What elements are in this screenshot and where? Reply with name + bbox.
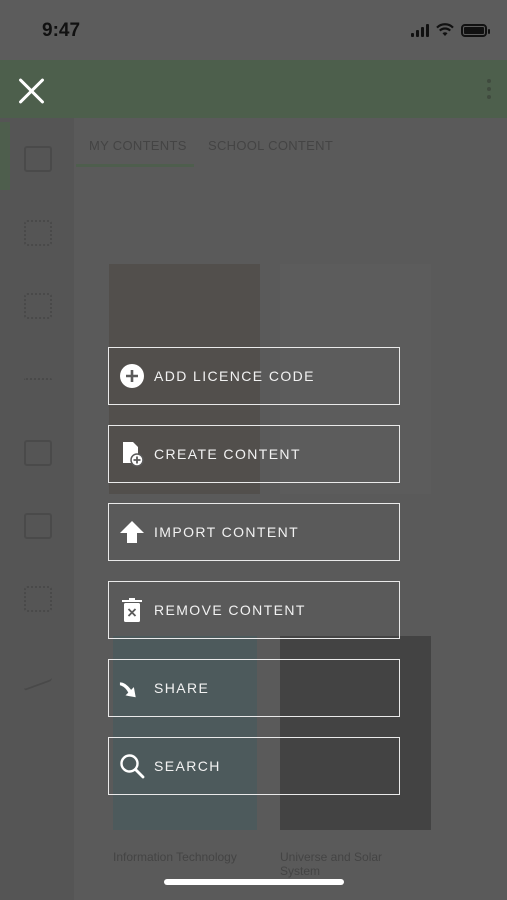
app-header: [0, 60, 507, 118]
tab-school-content: SCHOOL CONTENT: [208, 138, 334, 153]
cellular-signal-icon: [411, 23, 429, 37]
search-icon: [119, 753, 145, 779]
chat-icon: [24, 440, 52, 466]
menu-item-label: ADD LICENCE CODE: [154, 368, 315, 384]
status-bar: 9:47: [0, 0, 507, 60]
menu-item-label: IMPORT CONTENT: [154, 524, 300, 540]
menu-item-label: SEARCH: [154, 758, 221, 774]
close-button[interactable]: [14, 74, 48, 108]
share-button[interactable]: SHARE: [108, 659, 400, 717]
modules-icon: [24, 586, 52, 612]
active-tab-indicator: [76, 164, 194, 167]
menu-item-label: SHARE: [154, 680, 210, 696]
trash-icon: [119, 597, 145, 623]
tab-my-contents: MY CONTENTS: [89, 138, 187, 153]
import-arrow-icon: [119, 519, 145, 545]
apps-icon: [24, 293, 52, 319]
status-time: 9:47: [42, 20, 81, 41]
plus-circle-icon: [119, 363, 145, 389]
wifi-icon: [436, 23, 454, 36]
create-content-button[interactable]: CREATE CONTENT: [108, 425, 400, 483]
add-licence-code-button[interactable]: ADD LICENCE CODE: [108, 347, 400, 405]
ellipsis-icon: [24, 378, 52, 382]
grid-icon: [24, 220, 52, 246]
menu-item-label: REMOVE CONTENT: [154, 602, 306, 618]
menu-item-label: CREATE CONTENT: [154, 446, 301, 462]
library-icon: [24, 146, 52, 172]
content-tabs: MY CONTENTS SCHOOL CONTENT: [74, 118, 507, 168]
search-button[interactable]: SEARCH: [108, 737, 400, 795]
calendar-icon: [24, 513, 52, 539]
import-content-button[interactable]: IMPORT CONTENT: [108, 503, 400, 561]
battery-icon: [461, 23, 490, 37]
card-title: Information Technology: [113, 850, 237, 864]
more-options-icon: [487, 79, 491, 99]
status-icons: [411, 23, 490, 37]
share-arrow-icon: [119, 675, 145, 701]
remove-content-button[interactable]: REMOVE CONTENT: [108, 581, 400, 639]
create-document-icon: [119, 441, 145, 467]
home-indicator[interactable]: [164, 879, 344, 885]
card-title: Universe and Solar System: [280, 850, 383, 878]
sidebar-active-indicator: [0, 122, 10, 190]
